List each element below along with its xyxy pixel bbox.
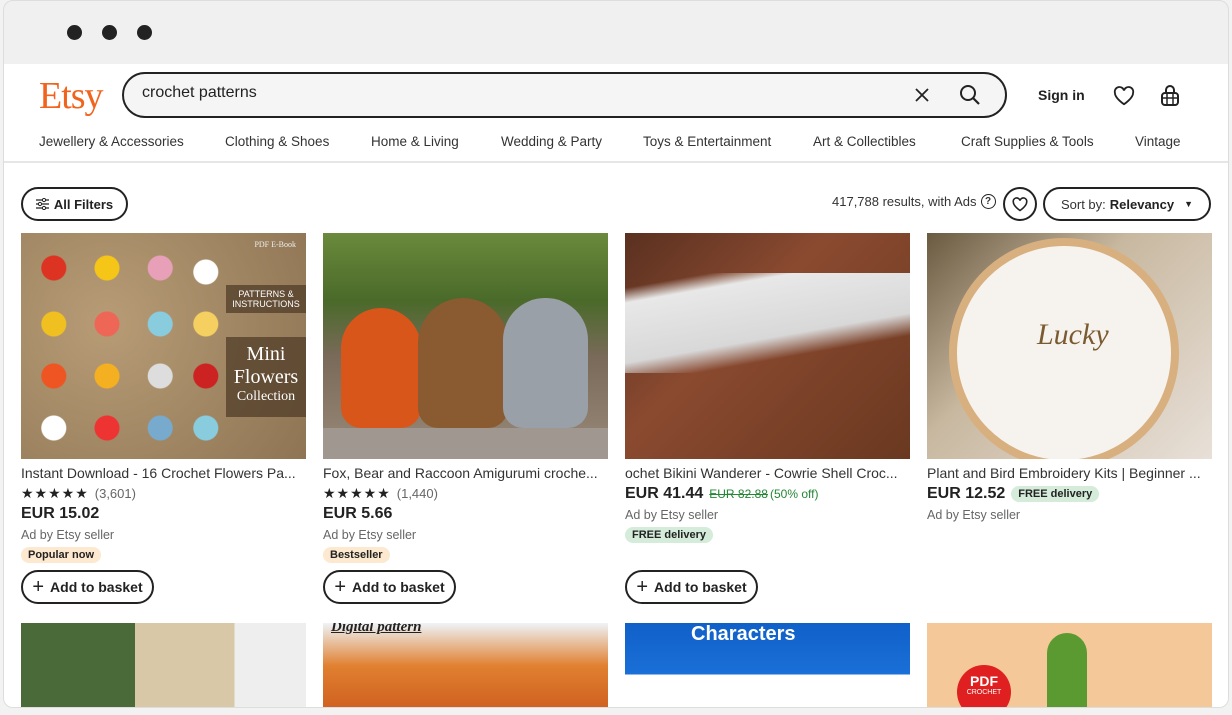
- heart-icon: [1012, 196, 1028, 211]
- browser-window: Etsy Sign in Jewellery & Accessories Clo…: [3, 0, 1229, 708]
- listing-price: EUR 12.52: [927, 485, 1006, 502]
- header-divider: [4, 161, 1228, 163]
- heart-icon: [1113, 86, 1135, 106]
- nav-toys[interactable]: Toys & Entertainment: [643, 134, 771, 149]
- popular-badge: Popular now: [21, 547, 101, 563]
- window-minimize-button[interactable]: [102, 25, 117, 40]
- original-price: EUR 82.88: [709, 487, 768, 501]
- listing-card[interactable]: PDF E-Book PATTERNS & INSTRUCTIONS Mini …: [21, 233, 306, 604]
- ad-label: Ad by Etsy seller: [625, 508, 719, 522]
- listing-image[interactable]: PDF CROCHET: [927, 623, 1212, 707]
- search-button[interactable]: [954, 80, 986, 110]
- nav-home[interactable]: Home & Living: [371, 134, 459, 149]
- listing-image[interactable]: Lucky: [927, 233, 1212, 459]
- nav-wedding[interactable]: Wedding & Party: [501, 134, 602, 149]
- sign-in-link[interactable]: Sign in: [1038, 87, 1085, 103]
- free-delivery-badge: FREE delivery: [625, 527, 713, 543]
- search-input[interactable]: [142, 84, 882, 102]
- nav-art[interactable]: Art & Collectibles: [813, 134, 916, 149]
- listing-price: EUR 15.02: [21, 505, 100, 522]
- nav-jewellery[interactable]: Jewellery & Accessories: [39, 134, 184, 149]
- nav-vintage[interactable]: Vintage: [1135, 134, 1181, 149]
- image-text: PATTERNS & INSTRUCTIONS: [232, 289, 300, 309]
- results-text: 417,788 results, with Ads: [832, 194, 977, 209]
- basket-icon: [1161, 85, 1179, 106]
- add-to-basket-button[interactable]: + Add to basket: [625, 570, 758, 604]
- listing-image[interactable]: [323, 233, 608, 459]
- listing-card[interactable]: Fox, Bear and Raccoon Amigurumi croche..…: [323, 233, 608, 604]
- etsy-logo[interactable]: Etsy: [39, 74, 104, 118]
- discount-label: (50% off): [769, 487, 819, 501]
- favorites-button[interactable]: [1110, 82, 1138, 110]
- image-text: Characters: [691, 623, 796, 645]
- listing-title[interactable]: ochet Bikini Wanderer - Cowrie Shell Cro…: [625, 465, 910, 481]
- plus-icon: +: [334, 575, 347, 598]
- search-bar: [122, 72, 1007, 118]
- add-to-basket-label: Add to basket: [352, 579, 445, 595]
- basket-button[interactable]: [1156, 82, 1184, 110]
- listing-image[interactable]: [625, 233, 910, 459]
- nav-clothing[interactable]: Clothing & Shoes: [225, 134, 329, 149]
- add-to-basket-button[interactable]: + Add to basket: [21, 570, 154, 604]
- window-close-button[interactable]: [67, 25, 82, 40]
- nav-craft[interactable]: Craft Supplies & Tools: [961, 134, 1094, 149]
- image-text: Digital pattern: [331, 623, 422, 635]
- listing-rating: ★★★★★ (1,440): [323, 485, 608, 502]
- listing-image[interactable]: PDF E-Book PATTERNS & INSTRUCTIONS Mini …: [21, 233, 306, 459]
- review-count: (3,601): [94, 486, 136, 501]
- sort-dropdown[interactable]: Sort by: Relevancy ▼: [1043, 187, 1211, 221]
- listing-title[interactable]: Instant Download - 16 Crochet Flowers Pa…: [21, 465, 306, 481]
- results-count: 417,788 results, with Ads ?: [832, 194, 996, 209]
- listing-card[interactable]: Lucky Plant and Bird Embroidery Kits | B…: [927, 233, 1212, 522]
- search-icon: [960, 85, 980, 105]
- image-text: Flowers: [233, 366, 299, 388]
- listing-price: EUR 41.44: [625, 485, 704, 502]
- add-to-basket-button[interactable]: + Add to basket: [323, 570, 456, 604]
- ad-label: Ad by Etsy seller: [927, 508, 1021, 522]
- listing-image[interactable]: [21, 623, 306, 707]
- etsy-page: Etsy Sign in Jewellery & Accessories Clo…: [4, 64, 1228, 707]
- listing-card[interactable]: ochet Bikini Wanderer - Cowrie Shell Cro…: [625, 233, 910, 604]
- sort-prefix: Sort by:: [1060, 196, 1106, 212]
- filter-sliders-icon: [35, 198, 49, 210]
- image-text: PDF E-Book: [254, 240, 296, 249]
- window-maximize-button[interactable]: [137, 25, 152, 40]
- review-count: (1,440): [396, 486, 438, 501]
- add-to-basket-label: Add to basket: [50, 579, 143, 595]
- ad-label: Ad by Etsy seller: [323, 528, 417, 542]
- save-search-button[interactable]: [1003, 187, 1037, 221]
- close-icon: [915, 88, 929, 102]
- listing-rating: ★★★★★ (3,601): [21, 485, 306, 502]
- ad-label: Ad by Etsy seller: [21, 528, 115, 542]
- star-rating-icon: ★★★★★: [21, 485, 89, 501]
- listing-price: EUR 5.66: [323, 505, 393, 522]
- listing-image[interactable]: Characters: [625, 623, 910, 707]
- bestseller-badge: Bestseller: [323, 547, 390, 563]
- listing-image[interactable]: Digital pattern: [323, 623, 608, 707]
- help-icon[interactable]: ?: [980, 194, 996, 209]
- sort-value: Relevancy: [1109, 196, 1175, 212]
- all-filters-label: All Filters: [53, 196, 114, 212]
- star-rating-icon: ★★★★★: [323, 485, 391, 501]
- caret-down-icon: ▼: [1184, 199, 1194, 209]
- clear-search-button[interactable]: [909, 82, 935, 108]
- all-filters-button[interactable]: All Filters: [21, 187, 128, 221]
- image-text: PDF: [970, 673, 998, 689]
- plus-icon: +: [32, 575, 45, 598]
- free-delivery-badge: FREE delivery: [1011, 486, 1100, 502]
- add-to-basket-label: Add to basket: [654, 579, 747, 595]
- image-text: Collection: [236, 389, 296, 404]
- image-text: CROCHET: [966, 689, 1002, 696]
- image-text: Mini: [246, 343, 286, 365]
- plus-icon: +: [636, 575, 649, 598]
- listing-title[interactable]: Plant and Bird Embroidery Kits | Beginne…: [927, 465, 1212, 481]
- image-text: Lucky: [1037, 318, 1109, 351]
- listing-title[interactable]: Fox, Bear and Raccoon Amigurumi croche..…: [323, 465, 608, 481]
